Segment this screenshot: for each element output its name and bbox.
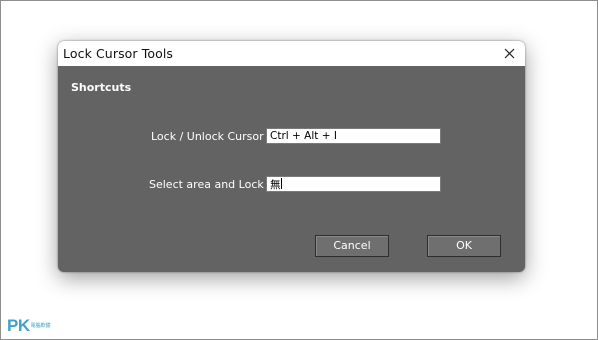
section-heading: Shortcuts <box>71 81 132 94</box>
close-icon <box>504 48 514 59</box>
watermark-subtext: 電腦軟體 <box>30 322 51 329</box>
cancel-button[interactable]: Cancel <box>315 235 389 257</box>
lock-cursor-dialog: Lock Cursor Tools Shortcuts Lock / Unloc… <box>58 41 525 272</box>
lock-unlock-label: Lock / Unlock Cursor <box>151 130 264 143</box>
select-area-shortcut-value: 無 <box>270 179 281 191</box>
select-area-shortcut-field[interactable]: 無 <box>266 176 441 192</box>
pk-watermark-logo: PK 電腦軟體 <box>7 316 51 336</box>
dialog-body: Shortcuts Lock / Unlock Cursor Ctrl + Al… <box>58 66 525 272</box>
title-bar[interactable]: Lock Cursor Tools <box>58 41 525 66</box>
lock-unlock-shortcut-value: Ctrl + Alt + I <box>270 130 337 142</box>
watermark-logo-text: PK <box>7 316 30 335</box>
select-area-label: Select area and Lock <box>149 178 264 191</box>
close-button[interactable] <box>495 41 523 66</box>
window-title: Lock Cursor Tools <box>63 46 174 61</box>
lock-unlock-shortcut-field[interactable]: Ctrl + Alt + I <box>266 128 441 144</box>
ok-button[interactable]: OK <box>427 235 501 257</box>
text-caret <box>280 178 282 189</box>
